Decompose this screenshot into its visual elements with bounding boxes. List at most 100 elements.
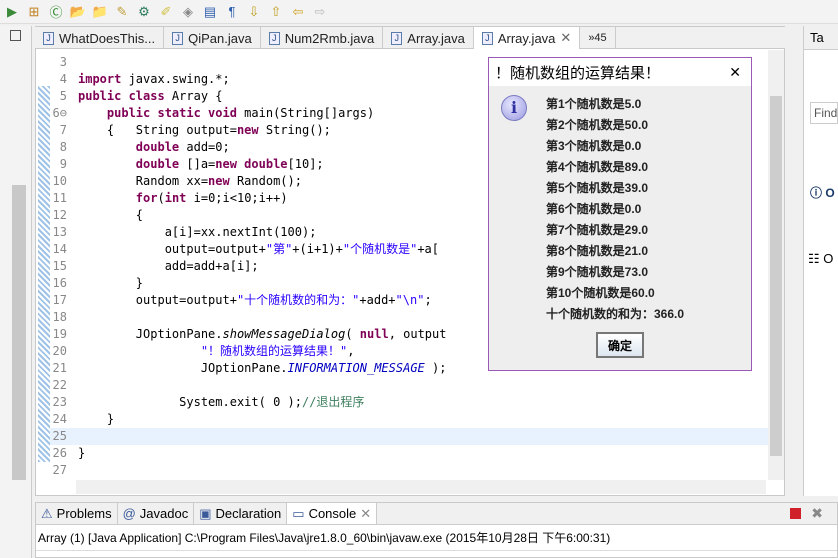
ok-button[interactable]: 确定 [596, 332, 644, 358]
line-number: 5 [59, 89, 67, 103]
message-dialog: ！随机数组的运算结果！ ✕ i 第1个随机数是5.0 第2个随机数是50.0 第3个… [488, 57, 752, 371]
dialog-title: ！随机数组的运算结果！ [495, 64, 661, 82]
bottom-tab-problems[interactable]: ⚠ Problems [36, 503, 118, 524]
line-number: 26 [52, 446, 67, 460]
tab-label: QiPan.java [188, 30, 252, 46]
bottom-panel: ⚠ Problems @ Javadoc ▣ Declaration ▭ Console ✕ A… [35, 502, 838, 558]
javadoc-icon: @ [122, 506, 136, 521]
close-icon[interactable]: ✕ [729, 64, 741, 81]
find-input[interactable]: Find [810, 102, 838, 124]
outline-tab[interactable]: ☷ O [808, 251, 838, 267]
code-text: } [78, 412, 115, 426]
message-line: 十个随机数的和为：366.0 [546, 307, 685, 321]
code-line[interactable]: 27 [50, 462, 768, 479]
new-class-icon[interactable]: Ⓒ [48, 4, 64, 20]
bottom-tab-console[interactable]: ▭ Console ✕ [287, 503, 378, 524]
new-package-icon[interactable]: ⊞ [26, 4, 42, 20]
line-number: 18 [52, 310, 67, 324]
info-section: ⓘ O [810, 184, 838, 201]
declaration-icon: ▣ [199, 505, 212, 521]
editor-tab[interactable]: J Array.java [383, 27, 474, 49]
annotation-icon[interactable]: ◈ [180, 4, 196, 20]
open-folder-icon[interactable]: 📂 [70, 4, 86, 20]
code-line[interactable]: 25 [50, 428, 768, 445]
line-number: 10 [52, 174, 67, 188]
code-text: { [78, 208, 144, 222]
editor-scroll-thumb[interactable] [770, 96, 782, 456]
dialog-titlebar: ！随机数组的运算结果！ ✕ [489, 58, 751, 86]
line-number: 23 [52, 395, 67, 409]
editor-tab[interactable]: J Array.java ✕ [473, 27, 581, 49]
code-line[interactable]: 22 [50, 377, 768, 394]
line-number: 8 [59, 140, 67, 154]
code-text: add=add+a[i]; [78, 259, 259, 273]
code-line[interactable]: 26} [50, 445, 768, 462]
message-line: 第7个随机数是29.0 [546, 223, 649, 237]
remove-launch-icon[interactable]: ✖ [811, 505, 823, 522]
main-toolbar: ▶ ⊞ Ⓒ 📂 📁 ✎ ⚙ ✐ ◈ ▤ ¶ ⇩ ⇧ ⇦ ⇨ [0, 0, 838, 24]
line-number: 27 [52, 463, 67, 477]
editor-tab[interactable]: J Num2Rmb.java [261, 27, 384, 49]
task-list-tab[interactable]: Ta [804, 26, 838, 50]
line-number: 9 [59, 157, 67, 171]
message-line: 第6个随机数是0.0 [546, 202, 642, 216]
code-text: System.exit( 0 );//退出程序 [78, 395, 365, 409]
prev-annotation-icon[interactable]: ⇩ [246, 4, 262, 20]
open-type-icon[interactable]: 📁 [92, 4, 108, 20]
bottom-tab-javadoc[interactable]: @ Javadoc [118, 503, 195, 524]
code-text: JOptionPane.showMessageDialog( null, out… [78, 327, 447, 341]
code-text: public static void main(String[]args) [106, 106, 375, 120]
line-number: 19 [52, 327, 67, 341]
code-text: output=output+"十个随机数的和为："+add+"\n"; [78, 293, 432, 307]
close-tab-icon[interactable]: ✕ [360, 506, 371, 522]
code-text: { String output=new String(); [78, 123, 331, 137]
code-text: output=output+"第"+(i+1)+"个随机数是"+a[ [78, 242, 440, 256]
bottom-tab-declaration[interactable]: ▣ Declaration [194, 503, 288, 524]
next-annotation-icon[interactable]: ¶ [224, 4, 240, 20]
java-file-icon: J [172, 31, 184, 45]
line-number: 25 [52, 429, 67, 443]
code-text: a[i]=xx.nextInt(100); [78, 225, 317, 239]
left-scrollbar[interactable] [12, 185, 26, 480]
line-number: 6⊖ [52, 106, 67, 120]
code-text: } [78, 276, 144, 290]
information-icon: i [501, 95, 527, 121]
info-label: O [825, 186, 835, 200]
debug-icon[interactable]: ⚙ [136, 4, 152, 20]
console-header: Array (1) [Java Application] C:\Program … [36, 525, 837, 551]
highlight-icon[interactable]: ✐ [158, 4, 174, 20]
message-line: 第9个随机数是73.0 [546, 265, 649, 279]
terminate-icon[interactable] [790, 508, 801, 519]
show-whitespace-icon[interactable]: ▤ [202, 4, 218, 20]
editor-tab[interactable]: J WhatDoesThis... [35, 27, 165, 49]
code-text: import javax.swing.*; [78, 72, 230, 86]
code-text: Random xx=new Random(); [78, 174, 302, 188]
restore-icon[interactable] [10, 30, 21, 41]
code-line[interactable]: 24 } [50, 411, 768, 428]
forward-icon[interactable]: ⇨ [312, 4, 328, 20]
tab-overflow[interactable]: »45 [580, 27, 616, 49]
code-text: for(int i=0;i<10;i++) [135, 191, 288, 205]
tab-label: WhatDoesThis... [59, 30, 156, 46]
code-line[interactable]: 23 System.exit( 0 );//退出程序 [50, 394, 768, 411]
java-file-icon: J [481, 31, 493, 45]
dialog-message: 第1个随机数是5.0 第2个随机数是50.0 第3个随机数是0.0 第4个随机数是89… [546, 94, 684, 325]
code-text: JOptionPane.INFORMATION_MESSAGE ); [78, 361, 447, 375]
right-panel: Ta Find ⓘ O ☷ O [803, 26, 838, 496]
editor-tab[interactable]: J QiPan.java [164, 27, 261, 49]
editor-horizontal-scrollbar[interactable] [76, 480, 766, 494]
line-number: 17 [52, 293, 67, 307]
problems-icon: ⚠ [41, 505, 53, 521]
close-tab-icon[interactable]: ✕ [560, 30, 571, 46]
run-icon[interactable]: ▶ [4, 4, 20, 20]
message-line: 第4个随机数是89.0 [546, 160, 649, 174]
line-number: 13 [52, 225, 67, 239]
search-icon[interactable]: ✎ [114, 4, 130, 20]
line-number: 4 [59, 72, 67, 86]
line-number: 11 [52, 191, 67, 205]
back-icon[interactable]: ⇦ [290, 4, 306, 20]
line-number: 24 [52, 412, 67, 426]
last-edit-icon[interactable]: ⇧ [268, 4, 284, 20]
editor-tabs: J WhatDoesThis... J QiPan.java J Num2Rmb.java… [35, 27, 785, 49]
code-text: double add=0; [135, 140, 230, 154]
